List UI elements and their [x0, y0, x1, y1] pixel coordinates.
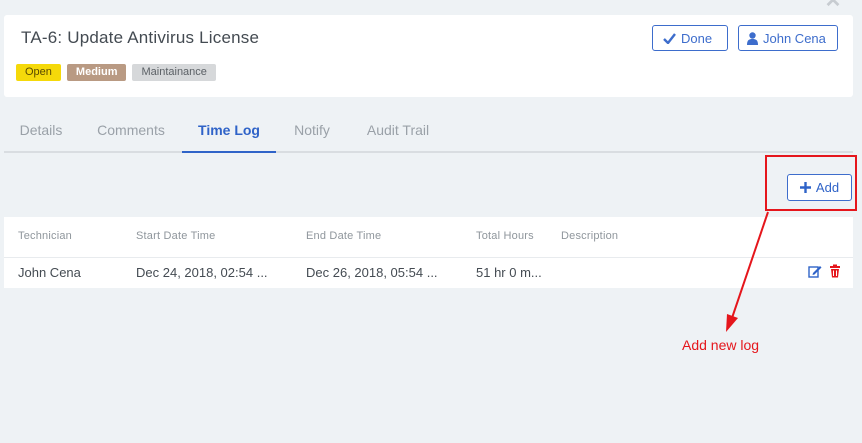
user-icon — [747, 31, 758, 45]
status-badge: Open — [16, 64, 61, 81]
close-icon[interactable]: ✕ — [822, 0, 844, 11]
done-button[interactable]: Done — [652, 25, 728, 51]
time-log-table: Technician Start Date Time End Date Time… — [4, 217, 853, 288]
cell-start: Dec 24, 2018, 02:54 ... — [136, 265, 268, 280]
column-header-description: Description — [561, 230, 619, 242]
tab-comments[interactable]: Comments — [95, 112, 167, 153]
column-header-start: Start Date Time — [136, 230, 216, 242]
done-button-label: Done — [681, 30, 713, 46]
row-divider — [4, 257, 853, 258]
tab-time-log[interactable]: Time Log — [182, 112, 276, 153]
tab-details[interactable]: Details — [19, 112, 63, 153]
column-header-end: End Date Time — [306, 230, 382, 242]
tab-notify[interactable]: Notify — [291, 112, 333, 153]
cell-technician: John Cena — [18, 265, 81, 280]
assignee-button[interactable]: John Cena — [738, 25, 838, 51]
tab-audit-trail[interactable]: Audit Trail — [364, 112, 432, 153]
badge-group: Open Medium Maintainance — [16, 64, 216, 81]
column-header-technician: Technician — [18, 230, 72, 242]
add-log-button[interactable]: Add — [787, 174, 852, 201]
trash-icon[interactable] — [828, 264, 842, 278]
column-header-total-hours: Total Hours — [476, 230, 534, 242]
add-log-button-label: Add — [815, 180, 840, 195]
cell-end: Dec 26, 2018, 05:54 ... — [306, 265, 438, 280]
check-icon — [663, 32, 676, 44]
priority-badge: Medium — [66, 64, 127, 81]
cell-total-hours: 51 hr 0 m... — [476, 265, 542, 280]
ticket-header: TA-6: Update Antivirus License Open Medi… — [4, 15, 853, 97]
plus-icon — [799, 182, 811, 193]
assignee-button-label: John Cena — [763, 30, 826, 46]
category-badge: Maintainance — [132, 64, 216, 81]
edit-icon[interactable] — [808, 264, 822, 278]
tab-bar: Details Comments Time Log Notify Audit T… — [4, 112, 853, 153]
page-title: TA-6: Update Antivirus License — [21, 28, 260, 47]
annotation-label: Add new log — [682, 337, 760, 353]
